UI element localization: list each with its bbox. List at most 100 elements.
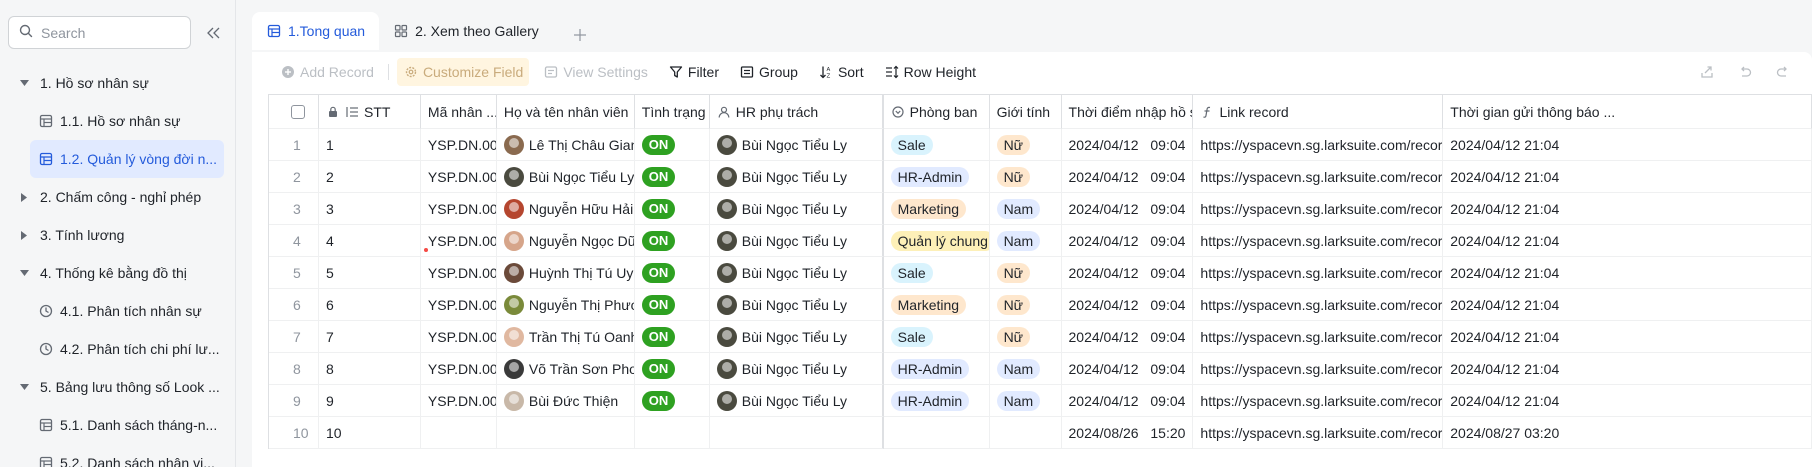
table-row[interactable]: 3 3 YSP.DN.007 Nguyễn Hữu Hải ON Bùi Ngọc Tiể… xyxy=(269,193,1812,225)
name-cell[interactable]: Lê Thị Châu Giang xyxy=(496,129,635,161)
status-cell[interactable]: ON xyxy=(634,193,710,225)
sidebar-item-7[interactable]: 4.2. Phân tích chi phí lư... xyxy=(0,330,236,368)
dept-cell[interactable]: Sale xyxy=(883,129,990,161)
caret-right-icon[interactable] xyxy=(18,192,30,202)
dept-cell[interactable]: HR-Admin xyxy=(883,353,990,385)
hr-cell[interactable]: Bùi Ngọc Tiểu Ly xyxy=(709,289,884,321)
row-index-cell[interactable]: 4 xyxy=(269,225,319,257)
undo-icon[interactable] xyxy=(1730,60,1760,84)
caret-down-icon[interactable] xyxy=(18,80,30,86)
hr-cell[interactable]: Bùi Ngọc Tiểu Ly xyxy=(709,129,884,161)
table-row[interactable]: 4 4 YSP.DN.002 Nguyễn Ngọc Dũng ON Bùi Ngọc T… xyxy=(269,225,1812,257)
name-cell[interactable]: Huỳnh Thị Tú Uyên xyxy=(496,257,635,289)
link-cell[interactable]: https://yspacevn.sg.larksuite.com/record… xyxy=(1193,129,1444,161)
collapse-sidebar-icon[interactable] xyxy=(199,18,229,48)
link-cell[interactable]: https://yspacevn.sg.larksuite.com/record… xyxy=(1193,321,1444,353)
col-header-thoi-gian-gui[interactable]: Thời gian gửi thông báo ... xyxy=(1443,95,1812,129)
link-cell[interactable]: https://yspacevn.sg.larksuite.com/record… xyxy=(1193,225,1444,257)
row-index-cell[interactable]: 7 xyxy=(269,321,319,353)
sent-time-cell[interactable]: 2024/04/12 21:04 xyxy=(1443,385,1812,417)
caret-down-icon[interactable] xyxy=(18,270,30,276)
entry-time-cell[interactable]: 2024/04/12 09:04 xyxy=(1061,321,1194,353)
name-cell[interactable] xyxy=(496,417,635,449)
sent-time-cell[interactable]: 2024/04/12 21:04 xyxy=(1443,257,1812,289)
ma-cell[interactable]: YSP.DN.001 xyxy=(420,321,497,353)
dept-cell[interactable]: HR-Admin xyxy=(883,161,990,193)
ma-cell[interactable]: YSP.DN.009 xyxy=(420,385,497,417)
gender-cell[interactable]: Nữ xyxy=(989,129,1062,161)
name-cell[interactable]: Bùi Đức Thiện xyxy=(496,385,635,417)
link-cell[interactable]: https://yspacevn.sg.larksuite.com/record… xyxy=(1193,385,1444,417)
sent-time-cell[interactable]: 2024/04/12 21:04 xyxy=(1443,321,1812,353)
link-cell[interactable]: https://yspacevn.sg.larksuite.com/record… xyxy=(1193,257,1444,289)
stt-cell[interactable]: 8 xyxy=(318,353,421,385)
link-cell[interactable]: https://yspacevn.sg.larksuite.com/record… xyxy=(1193,161,1444,193)
record-link[interactable]: https://yspacevn.sg.larksuite.com/record… xyxy=(1200,425,1442,441)
col-header-thoi-diem[interactable]: Thời điểm nhập hồ sơ xyxy=(1061,95,1194,129)
record-link[interactable]: https://yspacevn.sg.larksuite.com/record… xyxy=(1200,265,1442,281)
sent-time-cell[interactable]: 2024/04/12 21:04 xyxy=(1443,225,1812,257)
sidebar-item-4[interactable]: 3. Tính lương xyxy=(0,216,236,254)
gender-cell[interactable]: Nữ xyxy=(989,257,1062,289)
dept-cell[interactable]: Sale xyxy=(883,257,990,289)
name-cell[interactable]: Nguyễn Thị Phươ... xyxy=(496,289,635,321)
sidebar-item-5[interactable]: 4. Thống kê bằng đồ thị xyxy=(0,254,236,292)
dept-cell[interactable]: Sale xyxy=(883,321,990,353)
row-index-cell[interactable]: 1 xyxy=(269,129,319,161)
stt-cell[interactable]: 3 xyxy=(318,193,421,225)
hr-cell[interactable]: Bùi Ngọc Tiểu Ly xyxy=(709,321,884,353)
row-index-cell[interactable]: 5 xyxy=(269,257,319,289)
add-view-icon[interactable] xyxy=(565,20,595,50)
entry-time-cell[interactable]: 2024/04/12 09:04 xyxy=(1061,385,1194,417)
gender-cell[interactable]: Nữ xyxy=(989,161,1062,193)
ma-cell[interactable]: YSP.DN.008 xyxy=(420,353,497,385)
link-cell[interactable]: https://yspacevn.sg.larksuite.com/record… xyxy=(1193,353,1444,385)
table-row[interactable]: 2 2 YSP.DN.004 Bùi Ngọc Tiểu Ly ON Bùi Ngọc T… xyxy=(269,161,1812,193)
status-cell[interactable]: ON xyxy=(634,289,710,321)
record-link[interactable]: https://yspacevn.sg.larksuite.com/record… xyxy=(1200,137,1442,153)
row-index-cell[interactable]: 6 xyxy=(269,289,319,321)
hr-cell[interactable]: Bùi Ngọc Tiểu Ly xyxy=(709,193,884,225)
sidebar-item-2[interactable]: 1.2. Quản lý vòng đời n... xyxy=(30,140,224,178)
table-row[interactable]: 1 1 YSP.DN.006 Lê Thị Châu Giang ON Bùi Ngọc … xyxy=(269,129,1812,161)
table-row[interactable]: 5 5 YSP.DN.003 Huỳnh Thị Tú Uyên ON Bùi Ngọc … xyxy=(269,257,1812,289)
status-cell[interactable]: ON xyxy=(634,225,710,257)
status-cell[interactable]: ON xyxy=(634,129,710,161)
entry-time-cell[interactable]: 2024/04/12 09:04 xyxy=(1061,353,1194,385)
ma-cell[interactable]: YSP.DN.007 xyxy=(420,193,497,225)
row-index-cell[interactable]: 9 xyxy=(269,385,319,417)
table-row[interactable]: 8 8 YSP.DN.008 Võ Trần Sơn Phong ON Bùi Ngọc … xyxy=(269,353,1812,385)
sent-time-cell[interactable]: 2024/04/12 21:04 xyxy=(1443,129,1812,161)
ma-cell[interactable]: YSP.DN.003 xyxy=(420,257,497,289)
sidebar-item-9[interactable]: 5.1. Danh sách tháng-n... xyxy=(0,406,236,444)
name-cell[interactable]: Võ Trần Sơn Phong xyxy=(496,353,635,385)
link-cell[interactable]: https://yspacevn.sg.larksuite.com/record… xyxy=(1193,417,1444,449)
entry-time-cell[interactable]: 2024/04/12 09:04 xyxy=(1061,161,1194,193)
tab-1[interactable]: 2. Xem theo Gallery xyxy=(379,12,553,50)
hr-cell[interactable]: Bùi Ngọc Tiểu Ly xyxy=(709,385,884,417)
col-header-link[interactable]: Link record xyxy=(1193,95,1444,129)
sent-time-cell[interactable]: 2024/08/27 03:20 xyxy=(1443,417,1812,449)
sent-time-cell[interactable]: 2024/04/12 21:04 xyxy=(1443,289,1812,321)
sent-time-cell[interactable]: 2024/04/12 21:04 xyxy=(1443,193,1812,225)
add-record-button[interactable]: Add Record xyxy=(274,58,380,86)
gender-cell[interactable]: Nam xyxy=(989,385,1062,417)
entry-time-cell[interactable]: 2024/04/12 09:04 xyxy=(1061,257,1194,289)
name-cell[interactable]: Bùi Ngọc Tiểu Ly xyxy=(496,161,635,193)
record-link[interactable]: https://yspacevn.sg.larksuite.com/record… xyxy=(1200,201,1442,217)
gender-cell[interactable] xyxy=(989,417,1062,449)
row-index-cell[interactable]: 8 xyxy=(269,353,319,385)
link-cell[interactable]: https://yspacevn.sg.larksuite.com/record… xyxy=(1193,193,1444,225)
hr-cell[interactable]: Bùi Ngọc Tiểu Ly xyxy=(709,257,884,289)
share-icon[interactable] xyxy=(1692,60,1722,84)
col-header-hr[interactable]: HR phụ trách xyxy=(709,95,884,129)
group-button[interactable]: Group xyxy=(733,58,804,86)
hr-cell[interactable] xyxy=(709,417,884,449)
record-link[interactable]: https://yspacevn.sg.larksuite.com/record… xyxy=(1200,297,1442,313)
table-row[interactable]: 7 7 YSP.DN.001 Trần Thị Tú Oanh ON Bùi Ngọc T… xyxy=(269,321,1812,353)
name-cell[interactable]: Nguyễn Hữu Hải xyxy=(496,193,635,225)
status-cell[interactable]: ON xyxy=(634,385,710,417)
record-link[interactable]: https://yspacevn.sg.larksuite.com/record… xyxy=(1200,393,1442,409)
caret-right-icon[interactable] xyxy=(18,230,30,240)
sidebar-item-10[interactable]: 5.2. Danh sách nhân vi... xyxy=(0,444,236,467)
